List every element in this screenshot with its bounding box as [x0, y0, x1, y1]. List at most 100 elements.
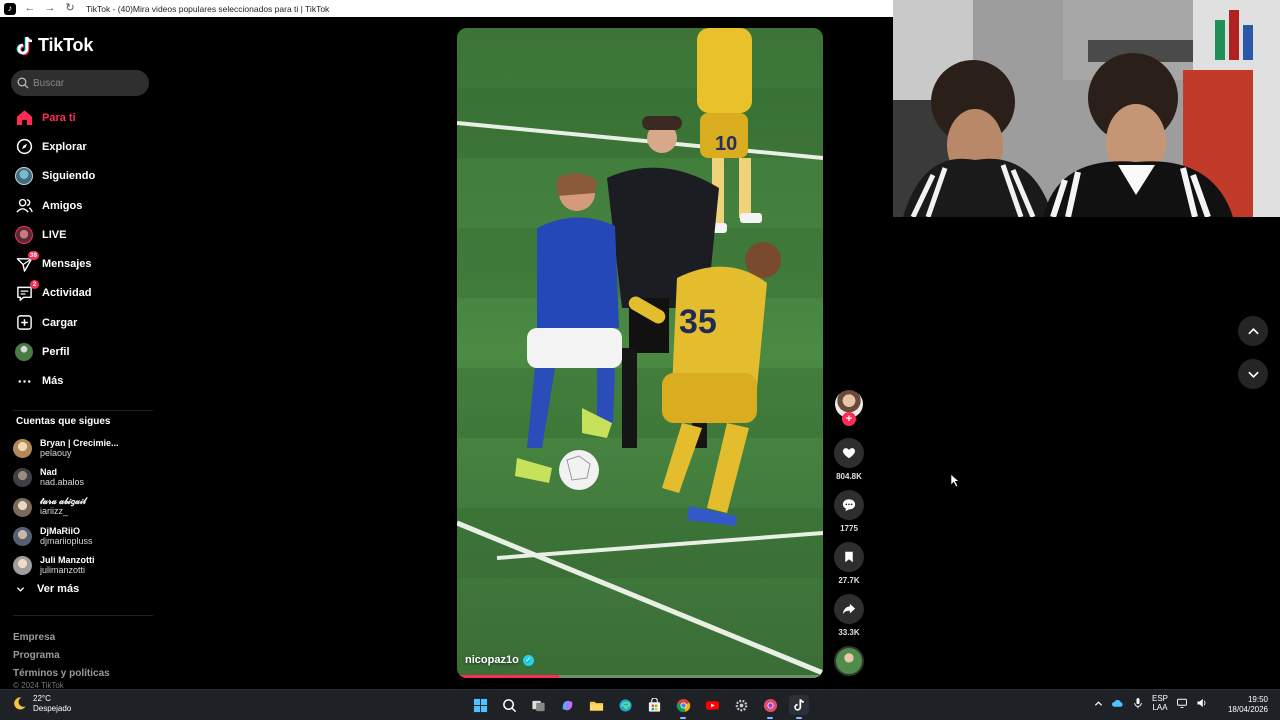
profile-avatar-icon [15, 343, 33, 362]
chevron-down-icon [16, 586, 25, 592]
browser-title-bar: ♪ ← → ↻ TikTok - (40)Mira videos popular… [0, 0, 893, 17]
video-frame-image: 10 35 [457, 28, 823, 678]
reload-icon[interactable]: ↻ [64, 3, 76, 15]
clock-date: 18/04/2026 [1227, 705, 1268, 714]
share-action: 33.3K [833, 594, 865, 638]
tiktok-favicon-icon: ♪ [4, 2, 16, 15]
comment-count: 1775 [840, 524, 858, 533]
following-handle: pelaouy [40, 447, 72, 458]
tiktok-app-icon[interactable] [789, 695, 809, 719]
nav-item-mas[interactable]: Más [0, 367, 160, 396]
messages-badge: 38 [27, 251, 39, 261]
system-tray: ESP LAA [1094, 694, 1208, 712]
video-author-name: nicopaz1o [465, 654, 519, 666]
settings-gear-icon[interactable] [731, 695, 751, 715]
nav-item-actividad[interactable]: 2 Actividad [0, 279, 160, 308]
nav-item-para-ti[interactable]: Para ti [0, 103, 160, 132]
music-disc-icon[interactable] [834, 646, 864, 676]
messages-icon: 38 [15, 251, 39, 273]
weather-condition: Despejado [33, 703, 72, 713]
activity-icon: 2 [15, 280, 39, 302]
nav-label: Perfil [42, 346, 70, 359]
video-author[interactable]: nicopaz1o ✓ [465, 654, 534, 666]
taskbar-search-icon[interactable] [499, 695, 519, 715]
nav-item-siguiendo[interactable]: Siguiendo [0, 162, 160, 191]
chrome-icon[interactable] [673, 695, 693, 719]
tiktok-logo-icon [16, 36, 33, 55]
share-arrow-icon [842, 603, 856, 615]
microphone-icon[interactable] [1132, 697, 1144, 709]
volume-icon[interactable] [1196, 697, 1208, 709]
like-count: 804.8K [836, 472, 862, 481]
following-handle: julimanzotti [40, 564, 86, 575]
live-icon [15, 225, 33, 244]
footer-link-programa[interactable]: Programa [13, 647, 110, 665]
chevron-down-icon [1247, 371, 1259, 378]
keyboard-layout: LAA [1152, 703, 1168, 713]
network-icon[interactable] [1176, 697, 1188, 709]
webcam-overlay [893, 0, 1280, 217]
nav-item-perfil[interactable]: Perfil [0, 337, 160, 366]
nav-item-amigos[interactable]: Amigos [0, 191, 160, 220]
tray-chevron-up-icon[interactable] [1094, 699, 1103, 708]
following-avatar-icon [15, 167, 33, 186]
nav-label: LIVE [42, 228, 67, 241]
share-button[interactable] [834, 594, 864, 624]
comment-button[interactable] [834, 490, 864, 520]
nav-item-live[interactable]: LIVE [0, 220, 160, 249]
previous-video-button[interactable] [1238, 316, 1268, 346]
nav-label: Más [42, 375, 64, 388]
input-language-indicator[interactable]: ESP LAA [1152, 694, 1168, 712]
search-bar[interactable] [11, 70, 149, 96]
back-arrow-icon[interactable]: ← [24, 3, 36, 15]
following-item[interactable]: DjMaRiiO djmariiopluss [13, 522, 153, 551]
tiktok-logo[interactable]: TikTok [16, 35, 93, 56]
chevron-up-icon [1247, 327, 1259, 334]
copilot-icon[interactable] [557, 695, 577, 715]
nav-item-mensajes[interactable]: 38 Mensajes [0, 249, 160, 278]
browser-tab-title: TikTok - (40)Mira videos populares selec… [86, 3, 330, 14]
following-handle: nad.abalos [40, 476, 85, 487]
search-icon [17, 77, 29, 89]
search-input[interactable] [33, 77, 143, 89]
creator-avatar[interactable]: + [835, 390, 863, 426]
moon-icon [14, 697, 26, 710]
language-code: ESP [1152, 694, 1169, 703]
avatar [13, 468, 32, 488]
see-more-button[interactable]: Ver más [16, 583, 79, 595]
chrome-profile-icon[interactable] [760, 695, 780, 719]
main-nav: Para ti Explorar Siguiendo Amigos LIVE 3… [0, 103, 160, 396]
following-item[interactable]: 𝓉𝒶𝓇𝒶 𝒶𝒷𝒾𝑔𝒶𝒾𝓁 iariizz_ [13, 493, 153, 522]
video-player[interactable]: 10 35 nicopaz1o ✓ [457, 28, 823, 678]
nav-label: Mensajes [42, 258, 92, 271]
follow-plus-icon[interactable]: + [842, 412, 856, 426]
nav-label: Para ti [42, 111, 76, 124]
microsoft-store-icon[interactable] [644, 695, 664, 715]
cloud-sync-icon[interactable] [1111, 697, 1124, 710]
forward-arrow-icon[interactable]: → [44, 3, 56, 15]
taskbar-clock[interactable]: 19:50 18/04/2026 [1228, 695, 1268, 715]
following-item[interactable]: Juli Manzotti julimanzotti [13, 551, 153, 580]
file-explorer-icon[interactable] [586, 695, 606, 715]
like-button[interactable] [834, 438, 864, 468]
divider [13, 410, 153, 411]
save-action: 27.7K [833, 542, 865, 586]
like-action: 804.8K [833, 438, 865, 482]
footer-link-empresa[interactable]: Empresa [13, 629, 110, 647]
nav-item-cargar[interactable]: Cargar [0, 308, 160, 337]
save-button[interactable] [834, 542, 864, 572]
webcam-image [893, 0, 1280, 217]
avatar [13, 527, 32, 547]
windows-start-icon[interactable] [470, 695, 490, 715]
following-item[interactable]: Nad nad.abalos [13, 463, 153, 492]
youtube-icon[interactable] [702, 695, 722, 715]
taskbar-apps [470, 695, 809, 719]
next-video-button[interactable] [1238, 359, 1268, 389]
weather-widget[interactable]: 22°C Despejado [12, 694, 71, 713]
edge-icon[interactable] [615, 695, 635, 715]
save-count: 27.7K [838, 576, 860, 585]
task-view-icon[interactable] [528, 695, 548, 715]
following-item[interactable]: Bryan | Crecimie... pelaouy [13, 434, 153, 463]
video-progress-bar[interactable] [457, 675, 823, 678]
nav-item-explorar[interactable]: Explorar [0, 132, 160, 161]
